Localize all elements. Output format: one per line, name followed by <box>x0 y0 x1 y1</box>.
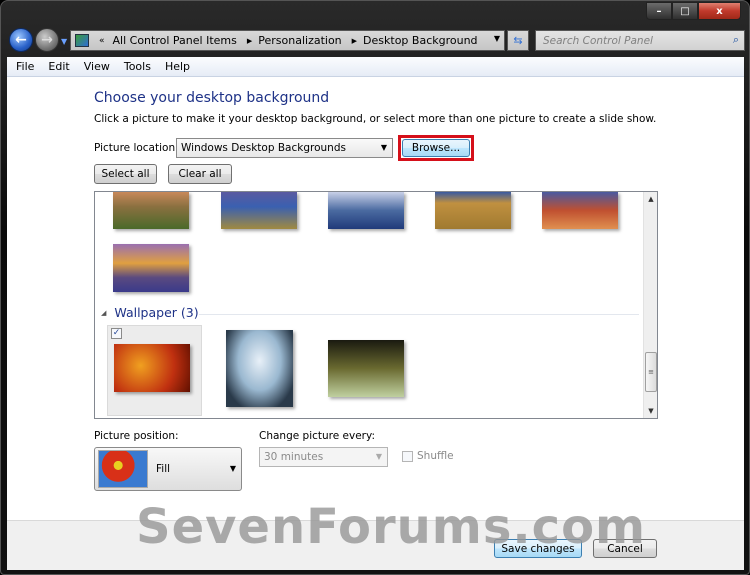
thumbnail-windows-seven-hand[interactable] <box>328 340 404 397</box>
group-divider <box>199 314 639 315</box>
chevron-down-icon: ▼ <box>375 452 382 461</box>
gallery-scrollbar[interactable]: ▲ ≡ ▼ <box>643 192 657 418</box>
chevron-down-icon: ▼ <box>380 143 387 152</box>
thumbnail-field-sunset[interactable] <box>113 192 189 229</box>
interval-value: 30 minutes <box>264 451 324 463</box>
refresh-button[interactable]: ⇆ <box>507 30 529 51</box>
menu-view[interactable]: View <box>84 60 110 73</box>
close-button[interactable]: x <box>698 2 741 20</box>
breadcrumb-separator-icon[interactable]: ▶ <box>352 37 357 45</box>
picture-location-label: Picture location: <box>94 142 179 154</box>
scroll-up-icon[interactable]: ▲ <box>644 192 657 206</box>
maximize-button[interactable]: □ <box>672 2 698 20</box>
thumbnail-lupine-sunset[interactable] <box>113 244 189 292</box>
content-area: Choose your desktop background Click a p… <box>7 77 744 520</box>
chevron-down-icon: ▼ <box>229 464 236 473</box>
thumbnail-arch[interactable] <box>542 192 618 229</box>
forward-button[interactable]: → <box>35 28 59 52</box>
wallpaper-gallery: ◢ Wallpaper (3) ✓ ▲ ≡ ▼ <box>94 191 658 419</box>
item-checkbox-fire-figure[interactable]: ✓ <box>111 328 122 339</box>
thumbnail-rock-reflection[interactable] <box>328 192 404 229</box>
caption-buttons: – □ x <box>646 2 741 20</box>
forward-arrow-icon: → <box>41 32 53 48</box>
thumbnail-hay-bale[interactable] <box>435 192 511 229</box>
thumbnail-fire-figure[interactable] <box>114 344 190 392</box>
search-placeholder: Search Control Panel <box>543 34 653 47</box>
page-title: Choose your desktop background <box>94 90 330 106</box>
picture-location-value: Windows Desktop Backgrounds <box>181 142 346 154</box>
picture-location-select[interactable]: Windows Desktop Backgrounds ▼ <box>176 138 393 158</box>
search-input[interactable]: Search Control Panel ⌕ <box>535 30 745 51</box>
refresh-icon: ⇆ <box>513 34 523 47</box>
group-title: Wallpaper (3) <box>114 305 199 320</box>
select-all-button[interactable]: Select all <box>94 164 157 184</box>
address-overflow-icon[interactable]: « <box>99 36 105 46</box>
shuffle-option[interactable]: Shuffle <box>402 450 454 462</box>
flower-preview-icon <box>98 450 148 488</box>
scroll-down-icon[interactable]: ▼ <box>644 404 657 418</box>
breadcrumb-separator-icon[interactable]: ▶ <box>247 37 252 45</box>
shuffle-label: Shuffle <box>417 450 454 462</box>
breadcrumb-all-control-panel-items[interactable]: All Control Panel Items <box>113 34 237 47</box>
menu-bar: File Edit View Tools Help <box>7 57 744 77</box>
picture-position-select[interactable]: Fill ▼ <box>94 447 242 491</box>
breadcrumb-desktop-background[interactable]: Desktop Background <box>363 34 478 47</box>
watermark-text: SevenForums.com <box>136 499 647 555</box>
picture-position-value: Fill <box>156 463 171 475</box>
search-icon[interactable]: ⌕ <box>733 33 739 47</box>
browse-button[interactable]: Browse... <box>402 139 470 157</box>
back-button[interactable]: ← <box>9 28 33 52</box>
navigation-bar: ← → ▼ « All Control Panel Items ▶ Person… <box>7 28 745 54</box>
minimize-button[interactable]: – <box>646 2 672 20</box>
collapse-triangle-icon[interactable]: ◢ <box>101 309 106 317</box>
thumbnail-lighthouse[interactable] <box>221 192 297 229</box>
address-dropdown-icon[interactable]: ▼ <box>494 34 500 43</box>
menu-file[interactable]: File <box>16 60 34 73</box>
menu-help[interactable]: Help <box>165 60 190 73</box>
menu-tools[interactable]: Tools <box>124 60 151 73</box>
scrollbar-thumb[interactable]: ≡ <box>645 352 657 392</box>
picture-position-label: Picture position: <box>94 430 179 442</box>
change-picture-label: Change picture every: <box>259 430 375 442</box>
control-panel-icon <box>75 34 89 47</box>
window-frame: – □ x ← → ▼ « All Control Panel Items ▶ … <box>0 0 750 575</box>
back-arrow-icon: ← <box>15 32 27 48</box>
breadcrumb-personalization[interactable]: Personalization <box>258 34 341 47</box>
group-header-wallpaper[interactable]: ◢ Wallpaper (3) <box>101 305 199 320</box>
address-bar[interactable]: « All Control Panel Items ▶ Personalizat… <box>70 30 505 51</box>
page-description: Click a picture to make it your desktop … <box>94 113 657 125</box>
recent-pages-dropdown-icon[interactable]: ▼ <box>61 37 67 46</box>
menu-edit[interactable]: Edit <box>48 60 69 73</box>
clear-all-button[interactable]: Clear all <box>168 164 232 184</box>
change-picture-interval-select[interactable]: 30 minutes ▼ <box>259 447 388 467</box>
shuffle-checkbox[interactable] <box>402 450 413 462</box>
thumbnail-alien[interactable] <box>226 330 293 407</box>
